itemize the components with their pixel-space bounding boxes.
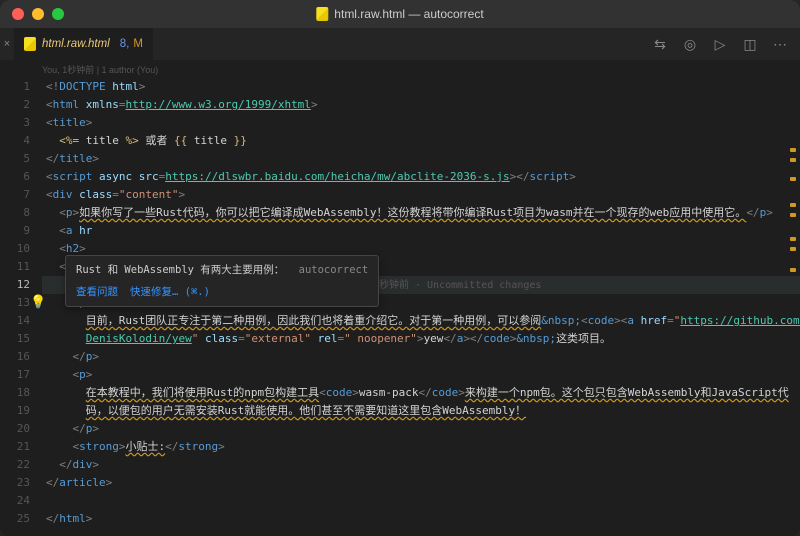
quick-fix-action[interactable]: 快速修复… (⌘.) (130, 283, 210, 301)
lightbulb-icon[interactable]: 💡 (30, 294, 46, 312)
code-line[interactable] (42, 492, 800, 510)
code-line[interactable]: <a hr (42, 222, 800, 240)
code-line[interactable]: <html xmlns=http://www.w3.org/1999/xhtml… (42, 96, 800, 114)
code-line[interactable]: </div> (42, 456, 800, 474)
code-line[interactable]: </title> (42, 150, 800, 168)
overview-warning-mark (790, 213, 796, 217)
scm-count: 8, (120, 38, 130, 50)
code-line[interactable]: 目前，Rust团队正专注于第二种用例，因此我们也将着重介绍它。对于第一种用例，可… (42, 312, 800, 330)
tabbar-actions: ⇆ ◎ ▷ ◫ ⋯ (652, 28, 800, 60)
tab-active[interactable]: html.raw.html 8, M (14, 28, 154, 60)
line-number: 18 (0, 384, 30, 402)
overview-warning-mark (790, 237, 796, 241)
line-number: 25 (0, 510, 30, 528)
split-editor-icon[interactable]: ◫ (742, 36, 758, 52)
line-number: 8 (0, 204, 30, 222)
blame-annotation: You, 1秒钟前 | 1 author (You) (0, 60, 800, 78)
code-line[interactable]: </p> (42, 420, 800, 438)
code-line[interactable]: DenisKolodin/yew" class="external" rel="… (42, 330, 800, 348)
line-number: 5 (0, 150, 30, 168)
code-line[interactable]: </html> (42, 510, 800, 528)
maximize-window-button[interactable] (52, 8, 64, 20)
file-icon (316, 7, 328, 21)
overview-warning-mark (790, 148, 796, 152)
line-number: 6 (0, 168, 30, 186)
code-line[interactable]: 在本教程中，我们将使用Rust的npm包构建工具<code>wasm-pack<… (42, 384, 800, 402)
overview-ruler (788, 78, 798, 536)
tab-close-button[interactable]: × (0, 28, 14, 60)
code-line[interactable]: <%= title %> 或者 {{ title }} (42, 132, 800, 150)
code-line[interactable]: <script async src=https://dlswbr.baidu.c… (42, 168, 800, 186)
line-number: 14 (0, 312, 30, 330)
code-line[interactable]: <title> (42, 114, 800, 132)
code-line[interactable]: </article> (42, 474, 800, 492)
more-actions-icon[interactable]: ⋯ (772, 36, 788, 52)
view-problem-action[interactable]: 查看问题 (76, 283, 118, 301)
tab-filename: html.raw.html (42, 38, 110, 50)
overview-warning-mark (790, 203, 796, 207)
blame-text: You, 1秒钟前 | 1 author (You) (42, 63, 158, 76)
line-number: 9 (0, 222, 30, 240)
line-number: 13 (0, 294, 30, 312)
code-line[interactable]: <!DOCTYPE html> (42, 78, 800, 96)
tab-scm-status: 8, M (120, 38, 143, 50)
line-number: 23 (0, 474, 30, 492)
code-line[interactable]: <strong>小贴士:</strong> (42, 438, 800, 456)
overview-warning-mark (790, 158, 796, 162)
line-number: 11 (0, 258, 30, 276)
line-number: 3 (0, 114, 30, 132)
code-line[interactable]: <p> (42, 366, 800, 384)
diagnostic-source: autocorrect (299, 264, 369, 276)
window-title: html.raw.html — autocorrect (316, 7, 483, 21)
tabbar: × html.raw.html 8, M ⇆ ◎ ▷ ◫ ⋯ (0, 28, 800, 60)
overview-warning-mark (790, 268, 796, 272)
line-number: 2 (0, 96, 30, 114)
close-window-button[interactable] (12, 8, 24, 20)
line-number: 15 (0, 330, 30, 348)
code-content[interactable]: <!DOCTYPE html><html xmlns=http://www.w3… (42, 78, 800, 536)
editor-area[interactable]: 1234567891011121314151617181920212223242… (0, 78, 800, 536)
source-control-icon[interactable]: ◎ (682, 36, 698, 52)
scm-modified: M (133, 38, 143, 50)
line-number: 17 (0, 366, 30, 384)
line-number: 19 (0, 402, 30, 420)
run-icon[interactable]: ▷ (712, 36, 728, 52)
tab-file-icon (24, 37, 36, 51)
compare-changes-icon[interactable]: ⇆ (652, 36, 668, 52)
overview-warning-mark (790, 247, 796, 251)
code-line[interactable]: <div class="content"> (42, 186, 800, 204)
line-number: 20 (0, 420, 30, 438)
line-number: 7 (0, 186, 30, 204)
code-line[interactable]: </p> (42, 348, 800, 366)
overview-warning-mark (790, 177, 796, 181)
line-number: 12 (0, 276, 30, 294)
line-number: 10 (0, 240, 30, 258)
code-line[interactable]: 码，以便包的用户无需安装Rust就能使用。他们甚至不需要知道这里包含WebAss… (42, 402, 800, 420)
code-line[interactable]: <p>如果你写了一些Rust代码，你可以把它编译成WebAssembly！这份教… (42, 204, 800, 222)
line-number: 22 (0, 456, 30, 474)
line-number: 16 (0, 348, 30, 366)
line-number: 24 (0, 492, 30, 510)
traffic-lights (0, 8, 64, 20)
titlebar: html.raw.html — autocorrect (0, 0, 800, 28)
diagnostic-actions: 查看问题 快速修复… (⌘.) (76, 283, 368, 301)
diagnostic-message: Rust 和 WebAssembly 有两大主要用例： autocorrect (76, 261, 368, 279)
editor-window: html.raw.html — autocorrect × html.raw.h… (0, 0, 800, 536)
line-number: 21 (0, 438, 30, 456)
diagnostic-hover: Rust 和 WebAssembly 有两大主要用例： autocorrect … (65, 255, 379, 307)
minimize-window-button[interactable] (32, 8, 44, 20)
line-number: 1 (0, 78, 30, 96)
window-title-text: html.raw.html — autocorrect (334, 7, 483, 21)
line-number: 4 (0, 132, 30, 150)
